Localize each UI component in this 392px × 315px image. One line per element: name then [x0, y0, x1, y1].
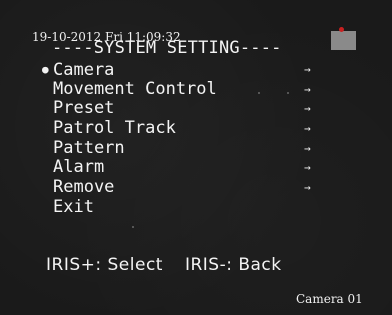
help-select: IRIS+: Select: [46, 255, 163, 275]
camera-label: Camera 01: [296, 292, 363, 306]
right-arrow-icon: →: [304, 181, 311, 195]
menu-item-label: Alarm: [53, 157, 105, 178]
menu-item-label: Exit: [53, 196, 94, 217]
right-arrow-icon: →: [304, 102, 311, 116]
noise-speck: [287, 92, 289, 94]
help-back: IRIS-: Back: [184, 255, 282, 275]
right-arrow-icon: →: [304, 141, 311, 155]
menu-item-exit[interactable]: Exit: [42, 196, 324, 218]
menu-item-pattern[interactable]: Pattern →: [42, 137, 324, 159]
right-arrow-icon: →: [304, 63, 311, 76]
selection-cursor-icon: ●: [42, 63, 49, 76]
menu-item-patrol-track[interactable]: Patrol Track →: [42, 118, 324, 139]
right-arrow-icon: →: [304, 122, 311, 136]
menu-title: ----SYSTEM SETTING----: [52, 38, 282, 58]
menu-item-label: Patrol Track: [53, 118, 176, 139]
menu-item-movement-control[interactable]: Movement Control →: [42, 78, 324, 100]
menu-item-label: Preset: [53, 98, 115, 119]
noise-speck: [132, 226, 134, 228]
record-indicator-box: [331, 31, 356, 50]
right-arrow-icon: →: [304, 82, 311, 96]
menu-item-label: Pattern: [53, 137, 125, 158]
menu-item-alarm[interactable]: Alarm →: [42, 158, 324, 178]
menu-item-label: Movement Control: [53, 78, 217, 99]
right-arrow-icon: →: [304, 161, 311, 175]
menu-item-label: Camera: [53, 60, 115, 80]
menu-item-preset[interactable]: Preset →: [42, 99, 324, 119]
menu-item-remove[interactable]: Remove →: [42, 177, 324, 198]
osd-screen: 19-10-2012 Fri 11:09:32 ----SYSTEM SETTI…: [0, 0, 392, 315]
system-setting-menu: ● Camera → Movement Control → Preset → Pa…: [42, 60, 324, 218]
record-dot-icon: [339, 27, 344, 32]
help-bar: IRIS+: Select IRIS-: Back: [46, 255, 282, 275]
noise-speck: [258, 92, 260, 94]
menu-item-label: Remove: [53, 177, 115, 198]
menu-item-camera[interactable]: ● Camera →: [42, 60, 324, 80]
